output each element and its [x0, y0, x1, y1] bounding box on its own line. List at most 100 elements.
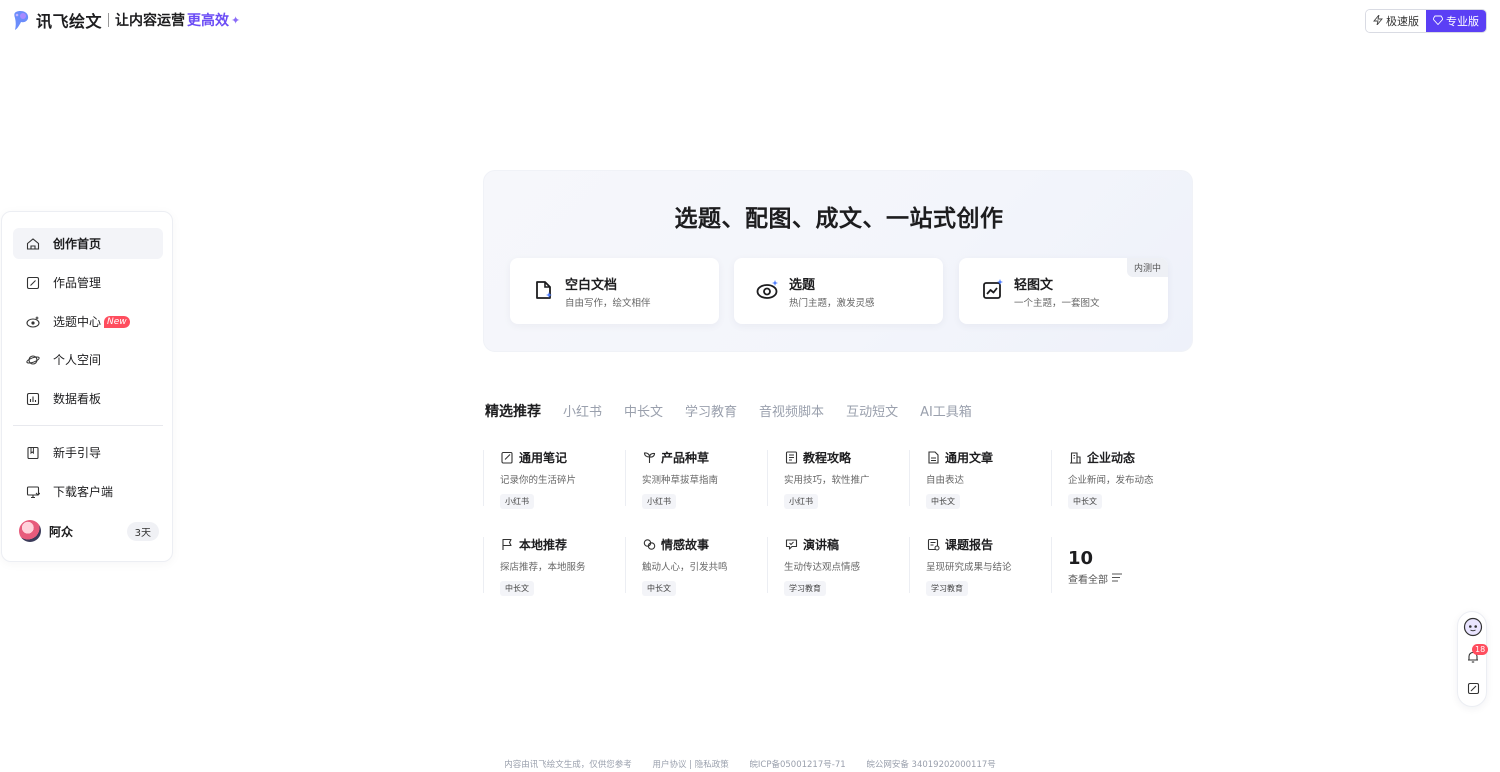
sparkle-icon: ✦ [231, 13, 241, 27]
view-all-link[interactable]: 查看全部 [1068, 571, 1122, 586]
tab-education[interactable]: 学习教育 [685, 401, 737, 421]
sidebar-item-dashboard[interactable]: 数据看板 [13, 383, 163, 414]
edit-doc-icon [25, 275, 41, 291]
version-fast-button[interactable]: 极速版 [1366, 10, 1426, 32]
version-fast-label: 极速版 [1386, 15, 1419, 28]
book-list-icon [784, 451, 798, 465]
grid-divider [483, 537, 484, 593]
template-tag: 小红书 [500, 494, 534, 509]
feedback-button[interactable] [1463, 678, 1483, 698]
template-tag: 学习教育 [784, 581, 826, 596]
lightning-icon [1373, 14, 1383, 28]
tab-long-article[interactable]: 中长文 [624, 401, 663, 421]
card-title: 选题 [789, 278, 816, 293]
template-tag: 中长文 [1068, 494, 1102, 509]
footer-police-record[interactable]: 皖公网安备 34019202000117号 [866, 760, 995, 770]
template-title: 本地推荐 [519, 538, 568, 552]
template-research-report[interactable]: 课题报告 呈现研究成果与结论 学习教育 [926, 536, 1066, 596]
diamond-icon [1432, 15, 1444, 28]
home-icon [25, 236, 41, 252]
sidebar-item-download[interactable]: 下载客户端 [13, 476, 163, 507]
sidebar-item-guide[interactable]: 新手引导 [13, 437, 163, 468]
template-company-news[interactable]: 企业动态 企业新闻，发布动态 中长文 [1068, 449, 1208, 509]
membership-days-badge: 3天 [126, 521, 159, 541]
sidebar-divider [13, 425, 163, 426]
view-all-label: 查看全部 [1068, 575, 1108, 586]
tab-featured[interactable]: 精选推荐 [485, 401, 541, 421]
sidebar-item-topics[interactable]: 选题中心 New [13, 306, 163, 337]
template-tag: 中长文 [642, 581, 676, 596]
template-tag: 小红书 [784, 494, 818, 509]
flag-icon [500, 538, 514, 552]
building-icon [1068, 451, 1082, 465]
tab-xiaohongshu[interactable]: 小红书 [563, 401, 602, 421]
eye-sparkle-icon [25, 314, 41, 330]
sprout-icon [642, 451, 656, 465]
template-emotional-story[interactable]: 情感故事 触动人心，引发共鸣 中长文 [642, 536, 782, 596]
template-title: 通用文章 [945, 451, 994, 465]
template-desc: 触动人心，引发共鸣 [642, 562, 728, 573]
template-desc: 自由表达 [926, 475, 965, 486]
template-title: 产品种草 [661, 451, 710, 465]
grid-divider [483, 450, 484, 506]
topic-card[interactable]: 选题 热门主题，激发灵感 [734, 258, 943, 324]
sidebar-item-space[interactable]: 个人空间 [13, 344, 163, 375]
template-general-article[interactable]: 通用文章 自由表达 中长文 [926, 449, 1066, 509]
avatar [19, 520, 41, 542]
brand-name: 讯飞绘文 [36, 12, 103, 31]
footer-legal-links[interactable]: 用户协议 | 隐私政策 [652, 760, 728, 770]
template-desc: 探店推荐，本地服务 [500, 562, 586, 573]
list-icon [1112, 573, 1122, 585]
edit-feedback-icon [1467, 682, 1479, 694]
logo-divider [108, 13, 110, 27]
card-desc: 自由写作，绘文相伴 [565, 298, 651, 309]
new-badge: New [104, 315, 130, 328]
template-desc: 记录你的生活碎片 [500, 475, 577, 486]
tab-interactive[interactable]: 互动短文 [846, 401, 898, 421]
slogan: 让内容运营 [115, 13, 186, 29]
template-title: 课题报告 [945, 538, 994, 552]
light-graphic-card[interactable]: 轻图文 一个主题，一套图文 内测中 [959, 258, 1168, 324]
beta-tag: 内测中 [1126, 258, 1168, 277]
template-title: 情感故事 [661, 538, 710, 552]
version-pro-label: 专业版 [1446, 15, 1479, 28]
template-speech[interactable]: 演讲稿 生动传达观点情感 学习教育 [784, 536, 924, 596]
template-general-note[interactable]: 通用笔记 记录你的生活碎片 小红书 [500, 449, 640, 509]
template-title: 演讲稿 [803, 538, 840, 552]
sidebar-item-label: 作品管理 [53, 276, 102, 290]
hearts-icon [642, 538, 656, 552]
template-tutorial[interactable]: 教程攻略 实用技巧，软性推广 小红书 [784, 449, 924, 509]
version-pro-button[interactable]: 专业版 [1426, 10, 1486, 32]
tab-ai-toolbox[interactable]: AI工具箱 [920, 401, 972, 421]
sidebar-item-label: 创作首页 [53, 237, 102, 251]
sidebar-item-label: 数据看板 [53, 392, 102, 406]
brand-logo-icon [14, 11, 29, 30]
template-desc: 实测种草拔草指南 [642, 475, 719, 486]
article-icon [926, 451, 940, 465]
template-desc: 企业新闻，发布动态 [1068, 475, 1154, 486]
template-local-recommend[interactable]: 本地推荐 探店推荐，本地服务 中长文 [500, 536, 640, 596]
template-tag: 学习教育 [926, 581, 968, 596]
notification-count-badge: 18 [1472, 644, 1489, 655]
note-edit-icon [500, 451, 514, 465]
tab-av-script[interactable]: 音视频脚本 [759, 401, 824, 421]
sidebar-item-home[interactable]: 创作首页 [13, 228, 163, 259]
footer-icp[interactable]: 皖ICP备05001217号-71 [749, 760, 845, 770]
card-desc: 热门主题，激发灵感 [789, 298, 875, 309]
sidebar-item-works[interactable]: 作品管理 [13, 267, 163, 298]
user-profile[interactable]: 阿众 3天 [19, 518, 159, 544]
template-tag: 中长文 [926, 494, 960, 509]
assistant-button[interactable] [1463, 617, 1483, 637]
chart-sparkle-icon [983, 279, 1003, 299]
sidebar: 创作首页 作品管理 选题中心 New 个人空间 数据看板 新手引导 下载客户端 … [1, 211, 173, 562]
template-desc: 呈现研究成果与结论 [926, 562, 1012, 573]
template-title: 教程攻略 [803, 451, 852, 465]
template-title: 企业动态 [1087, 451, 1136, 465]
footer-disclaimer: 内容由讯飞绘文生成，仅供您参考 [504, 760, 632, 770]
speech-icon [784, 538, 798, 552]
logo[interactable]: 讯飞绘文 让内容运营 更高效 ✦ [12, 8, 240, 32]
floating-toolbar: 18 [1457, 611, 1489, 707]
slogan-accent: 更高效 [187, 13, 230, 29]
create-blank-doc-card[interactable]: 空白文档 自由写作，绘文相伴 [510, 258, 719, 324]
template-product-seeding[interactable]: 产品种草 实测种草拔草指南 小红书 [642, 449, 782, 509]
